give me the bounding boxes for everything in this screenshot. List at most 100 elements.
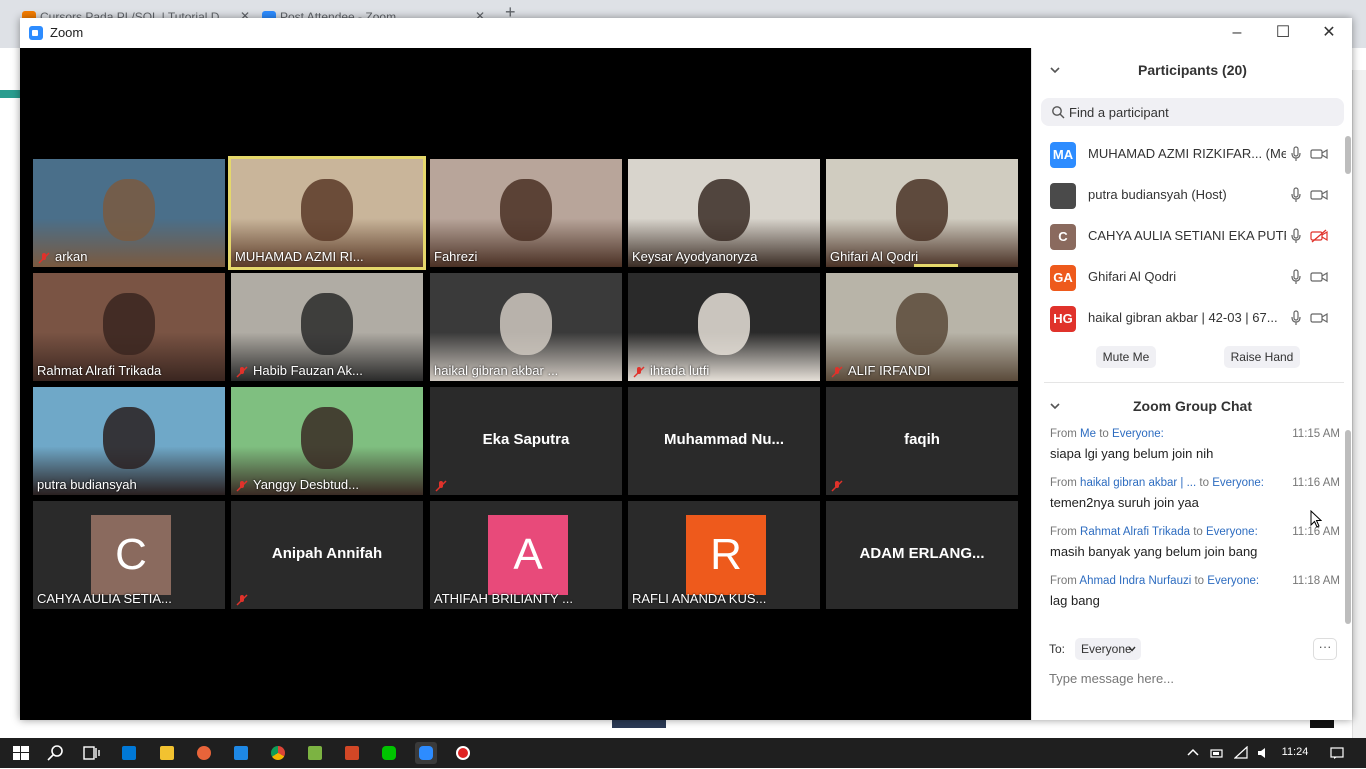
recipient-name[interactable]: Everyone: (1112, 428, 1164, 440)
video-tile[interactable]: arkan (33, 159, 225, 267)
recipient-name[interactable]: Everyone: (1212, 477, 1264, 489)
chat-recipient-select[interactable]: Everyone (1075, 638, 1141, 660)
video-tile[interactable]: Habib Fauzan Ak... (231, 273, 423, 381)
microphone-icon[interactable] (1290, 228, 1302, 244)
tile-name: Fahrezi (434, 249, 478, 264)
taskbar: 11:24 (0, 738, 1366, 768)
video-tile[interactable]: A ATHIFAH BRILIANTY ... (430, 501, 622, 609)
video-tile[interactable]: putra budiansyah (33, 387, 225, 495)
message-time: 11:15 AM (1292, 428, 1340, 440)
notepad-button[interactable] (304, 742, 326, 764)
person-silhouette (103, 179, 155, 241)
video-tile[interactable]: Keysar Ayodyanoryza (628, 159, 820, 267)
camera-off-icon[interactable] (1310, 229, 1328, 243)
tile-center-name: faqih (904, 431, 940, 448)
volume-icon[interactable] (1256, 746, 1270, 760)
video-tile[interactable]: ihtada lutfi (628, 273, 820, 381)
participant-row[interactable]: putra budiansyah (Host) (1032, 175, 1342, 216)
browser-scrollbar[interactable] (1352, 70, 1366, 738)
video-tile[interactable]: R RAFLI ANANDA KUS... (628, 501, 820, 609)
vscode-icon (234, 746, 248, 760)
participant-row[interactable]: HG haikal gibran akbar | 42-03 | 67... (1032, 298, 1342, 339)
line-icon (382, 746, 396, 760)
participant-row[interactable]: MA MUHAMAD AZMI RIZKIFAR... (Me) (1032, 134, 1342, 175)
video-tile[interactable]: C CAHYA AULIA SETIA... (33, 501, 225, 609)
video-tile[interactable]: ALIF IRFANDI (826, 273, 1018, 381)
microphone-icon[interactable] (1290, 269, 1302, 285)
chevron-up-icon[interactable] (1186, 746, 1200, 760)
microphone-icon[interactable] (1290, 310, 1302, 326)
app-button-orange[interactable] (193, 742, 215, 764)
mail-app-button[interactable] (118, 742, 140, 764)
video-tile[interactable]: Muhammad Nu... (628, 387, 820, 495)
video-tile[interactable]: ADAM ERLANG... (826, 501, 1018, 609)
video-tile[interactable]: haikal gibran akbar ... (430, 273, 622, 381)
video-tile[interactable]: MUHAMAD AZMI RI... (228, 156, 426, 270)
tile-center-name: Eka Saputra (482, 431, 570, 448)
recorder-button[interactable] (452, 742, 474, 764)
recipient-name[interactable]: Everyone: (1206, 526, 1258, 538)
camera-icon[interactable] (1310, 147, 1328, 161)
sender-name[interactable]: Me (1080, 428, 1096, 440)
message-time: 11:16 AM (1292, 477, 1340, 489)
collapse-participants-icon[interactable] (1050, 65, 1060, 75)
message-text: lag bang (1050, 593, 1100, 608)
tile-name: Yanggy Desbtud... (253, 477, 359, 492)
video-tile[interactable]: faqih (826, 387, 1018, 495)
start-button[interactable] (10, 742, 32, 764)
raise-hand-button[interactable]: Raise Hand (1224, 346, 1300, 368)
close-button[interactable]: ✕ (1306, 18, 1352, 48)
video-tile[interactable]: Rahmat Alrafi Trikada (33, 273, 225, 381)
participants-title: Participants (20) (1138, 62, 1247, 78)
participant-search[interactable] (1041, 98, 1344, 126)
sender-name[interactable]: haikal gibran akbar | ... (1080, 477, 1196, 489)
mute-me-button[interactable]: Mute Me (1096, 346, 1156, 368)
chat-message-input[interactable] (1049, 666, 1339, 690)
chrome-button[interactable] (267, 742, 289, 764)
muted-mic-icon (633, 365, 645, 378)
maximize-button[interactable]: ☐ (1260, 18, 1306, 48)
person-silhouette (500, 179, 552, 241)
camera-icon[interactable] (1310, 188, 1328, 202)
camera-icon[interactable] (1310, 311, 1328, 325)
muted-mic-icon (236, 593, 248, 606)
file-explorer-button[interactable] (156, 742, 178, 764)
microphone-icon[interactable] (1290, 187, 1302, 203)
participant-row[interactable]: C CAHYA AULIA SETIANI EKA PUTRI (1032, 216, 1342, 257)
collapse-chat-icon[interactable] (1050, 401, 1060, 411)
microphone-icon[interactable] (1290, 146, 1302, 162)
task-view-button[interactable] (80, 742, 102, 764)
line-button[interactable] (378, 742, 400, 764)
minimize-button[interactable]: – (1214, 18, 1260, 48)
video-tile[interactable]: Ghifari Al Qodri (826, 159, 1018, 267)
notification-icon[interactable] (1330, 746, 1344, 760)
camera-icon[interactable] (1310, 270, 1328, 284)
video-tile[interactable]: Eka Saputra (430, 387, 622, 495)
vscode-button[interactable] (230, 742, 252, 764)
zoom-taskbar-button[interactable] (415, 742, 437, 764)
panel-divider (1044, 382, 1344, 383)
sender-name[interactable]: Rahmat Alrafi Trikada (1080, 526, 1190, 538)
search-taskbar-button[interactable] (45, 742, 67, 764)
recipient-name[interactable]: Everyone: (1207, 575, 1259, 587)
participant-list-scrollbar[interactable] (1345, 136, 1351, 174)
muted-mic-icon (831, 479, 843, 492)
chat-more-button[interactable]: ··· (1313, 638, 1337, 660)
participant-search-input[interactable] (1069, 98, 1339, 126)
powerpoint-button[interactable] (341, 742, 363, 764)
title-bar[interactable]: Zoom – ☐ ✕ (20, 18, 1352, 48)
tile-name: haikal gibran akbar ... (434, 363, 559, 378)
video-tile[interactable]: Anipah Annifah (231, 501, 423, 609)
from-label: From (1050, 428, 1077, 440)
wifi-icon[interactable] (1234, 746, 1248, 760)
video-tile[interactable]: Fahrezi (430, 159, 622, 267)
avatar: C (1050, 224, 1076, 250)
video-tile[interactable]: Yanggy Desbtud... (231, 387, 423, 495)
message-text: temen2nya suruh join yaa (1050, 495, 1199, 510)
chat-scrollbar[interactable] (1345, 430, 1351, 624)
sender-name[interactable]: Ahmad Indra Nurfauzi (1079, 575, 1191, 587)
participant-row[interactable]: GA Ghifari Al Qodri (1032, 257, 1342, 298)
taskbar-clock[interactable]: 11:24 (1275, 746, 1315, 758)
avatar: GA (1050, 265, 1076, 291)
battery-icon[interactable] (1210, 746, 1224, 760)
